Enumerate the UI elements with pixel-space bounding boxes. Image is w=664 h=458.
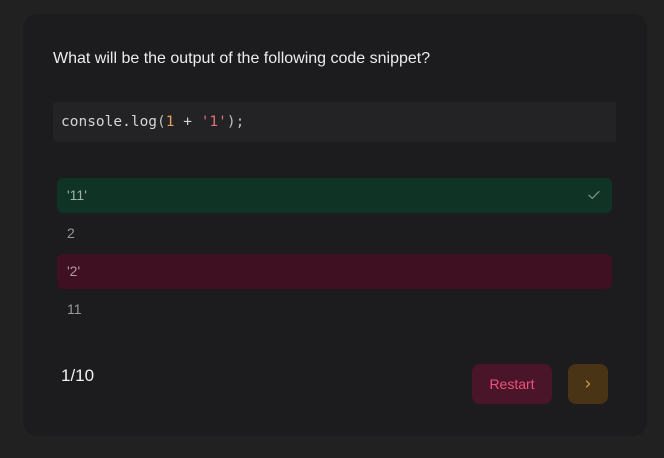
code-open-paren: (	[157, 114, 166, 130]
answer-option-correct[interactable]: '11'	[57, 178, 612, 213]
code-function: console.log	[61, 114, 158, 130]
code-operator: +	[174, 114, 201, 130]
restart-button[interactable]: Restart	[472, 364, 552, 404]
next-button[interactable]	[568, 364, 608, 404]
answer-options: '11' 2 '2' 11	[57, 178, 612, 330]
code-string: '1'	[200, 114, 227, 130]
code-close: );	[226, 114, 245, 130]
check-icon	[588, 190, 600, 200]
code-number: 1	[165, 114, 175, 130]
answer-option-label: 11	[67, 301, 82, 317]
answer-option[interactable]: 11	[57, 292, 612, 327]
answer-option-wrong[interactable]: '2'	[57, 254, 612, 289]
quiz-card: What will be the output of the following…	[23, 14, 647, 436]
answer-option[interactable]: 2	[57, 216, 612, 251]
answer-option-label: '2'	[67, 263, 81, 279]
question-text: What will be the output of the following…	[53, 50, 431, 67]
code-snippet: console.log(1 + '1');	[53, 102, 616, 142]
chevron-right-icon	[585, 380, 591, 388]
progress-counter: 1/10	[61, 366, 95, 385]
answer-option-label: 2	[67, 225, 75, 241]
answer-option-label: '11'	[67, 187, 87, 203]
